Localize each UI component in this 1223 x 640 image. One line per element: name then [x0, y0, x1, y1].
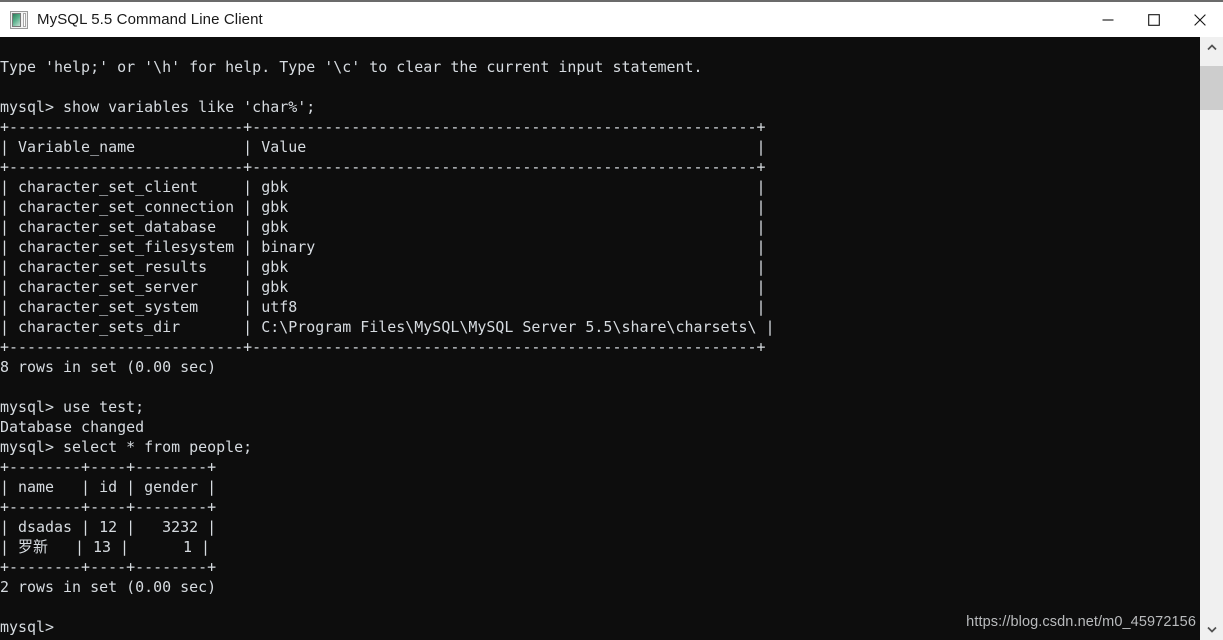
window-title: MySQL 5.5 Command Line Client — [37, 11, 263, 28]
scroll-down-icon — [1206, 626, 1217, 633]
scroll-up-icon — [1206, 44, 1217, 51]
maximize-icon — [1148, 13, 1160, 26]
scroll-up-button[interactable] — [1200, 37, 1223, 58]
window-titlebar[interactable]: MySQL 5.5 Command Line Client — [0, 2, 1223, 37]
minimize-icon — [1102, 18, 1114, 21]
scrollbar-track[interactable] — [1200, 58, 1223, 619]
minimize-button[interactable] — [1085, 2, 1131, 37]
mysql-command-line-window: MySQL 5.5 Command Line Client Type 'help… — [0, 0, 1223, 640]
maximize-button[interactable] — [1131, 2, 1177, 37]
scroll-down-button[interactable] — [1200, 619, 1223, 640]
watermark-url: https://blog.csdn.net/m0_45972156 — [966, 614, 1196, 630]
close-button[interactable] — [1177, 2, 1223, 37]
console-text: Type 'help;' or '\h' for help. Type '\c'… — [0, 58, 775, 636]
scrollbar-thumb[interactable] — [1200, 66, 1223, 110]
window-controls — [1085, 2, 1223, 37]
terminal-output-area[interactable]: Type 'help;' or '\h' for help. Type '\c'… — [0, 37, 1200, 640]
mysql-console-icon — [10, 10, 28, 29]
vertical-scrollbar[interactable] — [1200, 37, 1223, 640]
close-icon — [1194, 13, 1206, 26]
